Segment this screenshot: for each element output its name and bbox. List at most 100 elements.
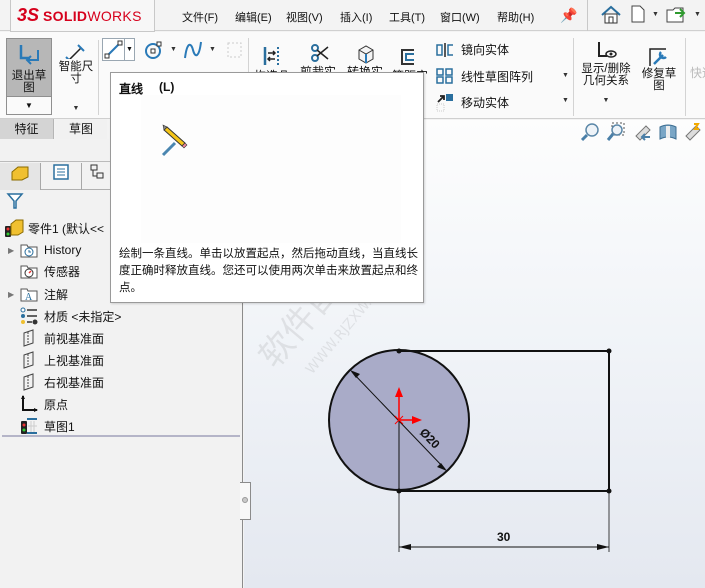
tree-item-sketch1[interactable]: 草图1 xyxy=(0,415,75,437)
feature-manager-icon xyxy=(11,166,29,181)
smart-dimension-button[interactable]: 智能尺寸 ▼ xyxy=(56,38,96,115)
smart-dimension-icon xyxy=(65,44,85,59)
open-document-icon[interactable] xyxy=(665,4,689,24)
line-tool-dropdown[interactable]: ▼ xyxy=(125,38,135,61)
brand-bold: SOLID xyxy=(43,7,88,24)
part-icon xyxy=(5,219,24,237)
spline-tool-icon[interactable] xyxy=(182,40,204,60)
open-dropdown-icon[interactable]: ▼ xyxy=(694,11,701,18)
mirror-entities-label: 镜向实体 xyxy=(461,43,510,57)
linear-pattern-dropdown[interactable]: ▼ xyxy=(562,72,569,79)
solidworks-logo[interactable]: 3S SOLIDWORKS xyxy=(10,0,155,32)
tree-item-label: 材质 <未指定> xyxy=(44,309,122,324)
menu-help[interactable]: 帮助(H) xyxy=(497,9,534,25)
tree-rollback-bar[interactable] xyxy=(2,435,240,437)
exit-sketch-label: 退出草图 xyxy=(11,70,47,94)
linear-pattern-icon xyxy=(436,68,453,84)
menu-edit[interactable]: 编辑(E) xyxy=(235,9,272,25)
tooltip-title: 直线 xyxy=(119,82,144,96)
length-dimension-text[interactable]: 30 xyxy=(497,530,511,544)
sensor-folder-icon xyxy=(20,262,38,280)
tree-root-part[interactable]: 零件1 (默认<< xyxy=(3,217,104,239)
tree-item-label: History xyxy=(44,243,82,257)
tab-feature-manager[interactable] xyxy=(0,163,41,190)
sketch-point[interactable] xyxy=(396,348,402,354)
trim-entities-icon[interactable] xyxy=(308,43,332,65)
tree-item-label: 上视基准面 xyxy=(44,353,105,368)
sketch-icon xyxy=(20,417,38,435)
tree-item-material[interactable]: 材质 <未指定> xyxy=(0,305,121,327)
tree-item-front-plane[interactable]: 前视基准面 xyxy=(0,327,104,349)
tab-property-manager[interactable] xyxy=(41,163,82,190)
display-relations-icon xyxy=(598,42,617,58)
panel-splitter-handle[interactable] xyxy=(240,482,251,520)
filter-icon[interactable] xyxy=(6,192,24,210)
circle-tool-dropdown[interactable]: ▼ xyxy=(170,46,177,53)
tree-item-label: 注解 xyxy=(44,287,69,302)
ds-logo-icon: 3S xyxy=(17,5,40,25)
display-delete-relations-button[interactable]: 显示/删除几何关系 ▼ xyxy=(576,40,636,112)
origin-icon xyxy=(20,395,38,413)
pin-icon[interactable]: 📌 xyxy=(560,7,577,24)
move-entities-dropdown[interactable]: ▼ xyxy=(562,97,569,104)
exit-sketch-button[interactable]: 退出草图 ▼ xyxy=(6,38,52,115)
tab-features[interactable]: 特征 xyxy=(0,119,54,139)
ribbon-separator xyxy=(98,40,99,115)
move-entities-label: 移动实体 xyxy=(461,95,510,110)
tab-sketch[interactable]: 草图 xyxy=(55,119,107,139)
exit-sketch-dropdown[interactable]: ▼ xyxy=(7,96,51,114)
svg-text:A: A xyxy=(25,292,33,302)
construction-geometry-icon[interactable] xyxy=(262,45,282,67)
menu-tools[interactable]: 工具(T) xyxy=(389,9,425,25)
menu-view[interactable]: 视图(V) xyxy=(286,9,323,25)
ribbon-separator xyxy=(685,38,686,116)
exit-sketch-icon xyxy=(19,45,39,65)
menu-insert[interactable]: 插入(I) xyxy=(340,9,372,25)
plane-icon xyxy=(20,329,38,347)
home-icon[interactable] xyxy=(600,5,622,25)
mirror-entities-button[interactable]: 镜向实体 xyxy=(435,41,509,58)
tree-item-top-plane[interactable]: 上视基准面 xyxy=(0,349,104,371)
display-relations-dropdown[interactable]: ▼ xyxy=(603,95,610,107)
move-entities-button[interactable]: 移动实体 xyxy=(435,92,509,112)
repair-sketch-button[interactable]: 修复草图 xyxy=(638,46,680,96)
move-entities-icon xyxy=(436,94,453,112)
new-dropdown-icon[interactable]: ▼ xyxy=(652,11,659,18)
property-manager-icon xyxy=(53,164,69,180)
tooltip-shortcut: (L) xyxy=(159,80,175,94)
dimension-arrow-right-icon xyxy=(597,544,609,550)
ribbon-separator xyxy=(573,38,574,116)
quick-snaps-label[interactable]: 快速 xyxy=(690,64,705,81)
mirror-icon xyxy=(436,42,453,57)
line-icon xyxy=(104,40,123,59)
menu-window[interactable]: 窗口(W) xyxy=(440,9,480,25)
linear-pattern-button[interactable]: 线性草图阵列 xyxy=(435,67,533,85)
offset-entities-icon[interactable] xyxy=(398,47,420,67)
tree-item-label: 草图1 xyxy=(44,419,75,434)
tree-item-annotations[interactable]: ▶ A 注解 xyxy=(0,283,68,305)
spline-tool-dropdown[interactable]: ▼ xyxy=(209,46,216,53)
tree-item-sensors[interactable]: 传感器 xyxy=(0,260,80,282)
tree-item-label: 前视基准面 xyxy=(44,331,105,346)
menu-file[interactable]: 文件(F) xyxy=(182,9,218,25)
tree-item-right-plane[interactable]: 右视基准面 xyxy=(0,371,104,393)
tab-configuration-manager[interactable] xyxy=(82,163,112,190)
sketch-grid-icon[interactable] xyxy=(226,40,244,60)
expand-arrow-icon[interactable]: ▶ xyxy=(8,246,20,255)
line-tool-button[interactable] xyxy=(102,38,125,61)
command-tabs: 特征 草图 xyxy=(0,119,108,139)
sketch-point[interactable] xyxy=(606,348,612,354)
new-document-icon[interactable] xyxy=(630,4,646,24)
configuration-manager-icon xyxy=(90,164,103,179)
display-relations-label: 显示/删除几何关系 xyxy=(581,63,631,87)
smart-dimension-dropdown[interactable]: ▼ xyxy=(73,103,80,115)
part-label: 零件1 (默认<< xyxy=(28,221,105,236)
dimension-arrow-left-icon xyxy=(399,544,411,550)
convert-entities-icon[interactable] xyxy=(355,43,377,65)
circle-tool-icon[interactable] xyxy=(143,40,165,60)
tree-item-history[interactable]: ▶ History xyxy=(0,239,81,261)
repair-sketch-icon xyxy=(649,48,667,66)
tree-item-origin[interactable]: 原点 xyxy=(0,393,68,415)
expand-arrow-icon[interactable]: ▶ xyxy=(8,290,20,299)
splitter-grip-icon xyxy=(242,497,248,503)
